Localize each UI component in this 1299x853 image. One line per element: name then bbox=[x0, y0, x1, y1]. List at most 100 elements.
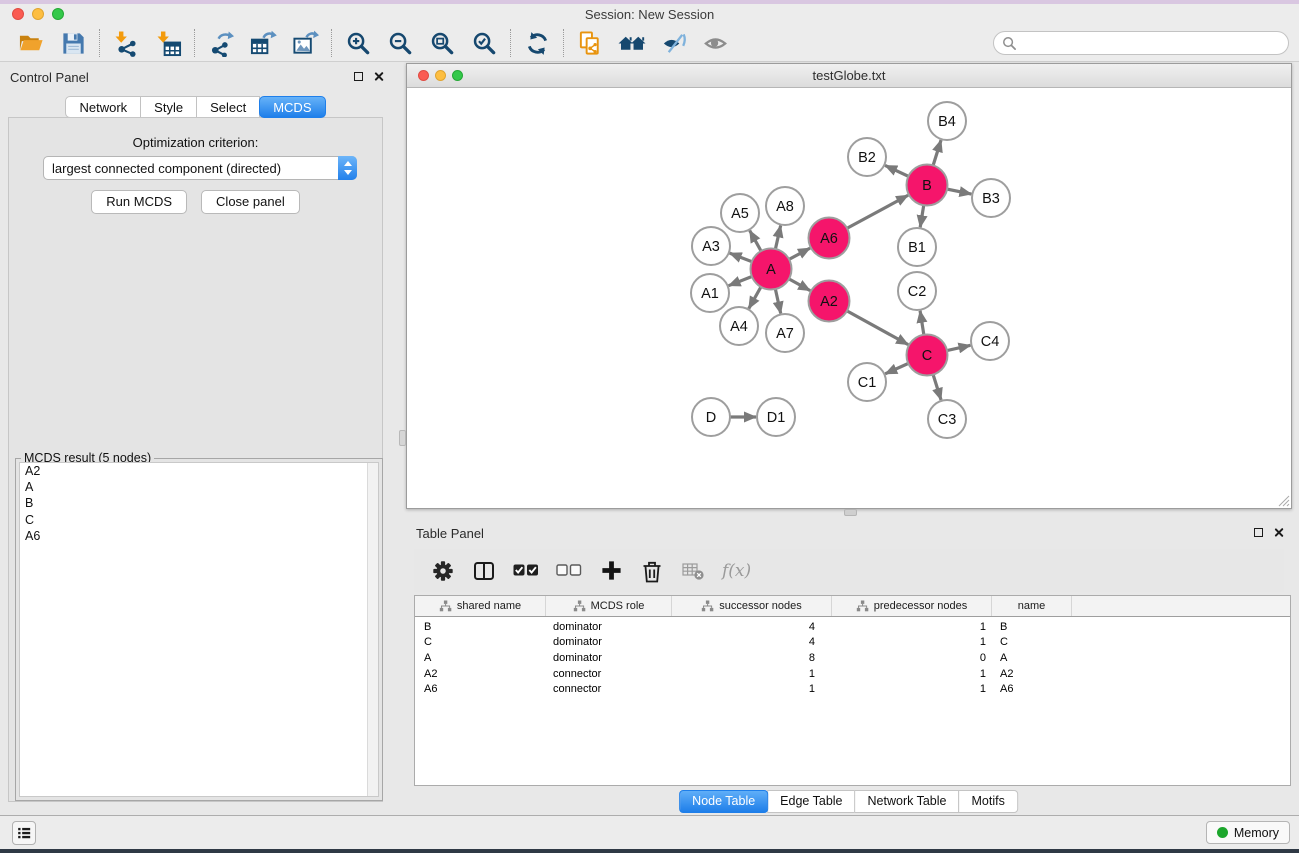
graph-node-D[interactable]: D bbox=[692, 398, 730, 436]
graph-node-D1[interactable]: D1 bbox=[757, 398, 795, 436]
delete-columns-button[interactable] bbox=[640, 558, 664, 584]
zoom-in-button[interactable] bbox=[337, 27, 379, 59]
network-window-titlebar[interactable]: testGlobe.txt bbox=[407, 64, 1291, 88]
graph-node-A1[interactable]: A1 bbox=[691, 274, 729, 312]
graph-node-A[interactable]: A bbox=[751, 249, 792, 290]
show-details-button[interactable] bbox=[695, 27, 737, 59]
table-cell[interactable]: A bbox=[415, 652, 546, 664]
save-session-button[interactable] bbox=[52, 27, 94, 59]
float-panel-icon[interactable] bbox=[354, 72, 363, 81]
run-mcds-button[interactable]: Run MCDS bbox=[91, 190, 187, 214]
tab-network-table[interactable]: Network Table bbox=[855, 790, 960, 813]
home-views-button[interactable] bbox=[611, 27, 653, 59]
result-item[interactable]: C bbox=[20, 512, 378, 528]
graph-node-A6[interactable]: A6 bbox=[809, 218, 850, 259]
select-all-columns-button[interactable] bbox=[513, 558, 539, 584]
table-cell[interactable]: 8 bbox=[672, 652, 832, 664]
table-cell[interactable]: 1 bbox=[832, 668, 992, 680]
table-cell[interactable]: B bbox=[992, 621, 1072, 633]
tab-style[interactable]: Style bbox=[140, 96, 197, 118]
graph-node-A8[interactable]: A8 bbox=[766, 187, 804, 225]
scrollbar-track[interactable] bbox=[367, 463, 378, 796]
tab-edge-table[interactable]: Edge Table bbox=[767, 790, 855, 813]
column-header-shared-name[interactable]: shared name bbox=[415, 596, 546, 616]
graph-node-C1[interactable]: C1 bbox=[848, 363, 886, 401]
table-cell[interactable]: connector bbox=[546, 683, 672, 695]
table-cell[interactable]: 1 bbox=[832, 683, 992, 695]
graph-node-B[interactable]: B bbox=[907, 165, 948, 206]
show-columns-button[interactable] bbox=[472, 558, 496, 584]
column-header-MCDS-role[interactable]: MCDS role bbox=[546, 596, 672, 616]
column-header-name[interactable]: name bbox=[992, 596, 1072, 616]
column-header-predecessor-nodes[interactable]: predecessor nodes bbox=[832, 596, 992, 616]
splitter-handle-horizontal[interactable] bbox=[844, 509, 857, 516]
search-box[interactable] bbox=[993, 31, 1289, 55]
import-network-button[interactable] bbox=[105, 27, 147, 59]
result-item[interactable]: B bbox=[20, 495, 378, 511]
graph-node-A2[interactable]: A2 bbox=[809, 281, 850, 322]
table-row[interactable]: A2connector11A2 bbox=[415, 666, 1290, 682]
tab-network[interactable]: Network bbox=[65, 96, 141, 118]
table-cell[interactable]: A2 bbox=[415, 668, 546, 680]
table-cell[interactable]: 4 bbox=[672, 621, 832, 633]
graph-node-A5[interactable]: A5 bbox=[721, 194, 759, 232]
table-row[interactable]: Bdominator41B bbox=[415, 619, 1290, 635]
table-cell[interactable]: 1 bbox=[832, 621, 992, 633]
graph-node-A7[interactable]: A7 bbox=[766, 314, 804, 352]
export-image-button[interactable] bbox=[284, 27, 326, 59]
close-panel-icon[interactable] bbox=[373, 71, 384, 82]
graph-node-C[interactable]: C bbox=[907, 335, 948, 376]
graph-node-B3[interactable]: B3 bbox=[972, 179, 1010, 217]
tab-mcds[interactable]: MCDS bbox=[259, 96, 325, 118]
result-item[interactable]: A6 bbox=[20, 528, 378, 544]
table-settings-button[interactable] bbox=[431, 558, 455, 584]
deselect-all-columns-button[interactable] bbox=[556, 558, 582, 584]
tab-select[interactable]: Select bbox=[196, 96, 260, 118]
memory-button[interactable]: Memory bbox=[1206, 821, 1290, 844]
mcds-result-list[interactable]: A2ABCA6 bbox=[19, 462, 379, 797]
network-graph[interactable]: B4B2BB3A8A5A6B1A3AA1C2A2A4A7C4CC1C3DD1 bbox=[407, 88, 1291, 508]
splitter-handle-vertical[interactable] bbox=[399, 430, 406, 446]
table-cell[interactable]: C bbox=[992, 636, 1072, 648]
graph-node-A4[interactable]: A4 bbox=[720, 307, 758, 345]
create-column-button[interactable] bbox=[599, 558, 623, 584]
node-table[interactable]: shared nameMCDS rolesuccessor nodesprede… bbox=[414, 595, 1291, 786]
float-panel-icon[interactable] bbox=[1254, 528, 1263, 537]
zoom-fit-button[interactable] bbox=[421, 27, 463, 59]
table-cell[interactable]: dominator bbox=[546, 621, 672, 633]
table-cell[interactable]: 0 bbox=[832, 652, 992, 664]
table-cell[interactable]: B bbox=[415, 621, 546, 633]
resize-grip-icon[interactable] bbox=[1277, 494, 1290, 507]
tab-node-table[interactable]: Node Table bbox=[679, 790, 768, 813]
export-network-button[interactable] bbox=[200, 27, 242, 59]
graph-node-A3[interactable]: A3 bbox=[692, 227, 730, 265]
table-cell[interactable]: 1 bbox=[832, 636, 992, 648]
table-cell[interactable]: 4 bbox=[672, 636, 832, 648]
graph-node-C2[interactable]: C2 bbox=[898, 272, 936, 310]
table-cell[interactable]: dominator bbox=[546, 636, 672, 648]
zoom-selected-button[interactable] bbox=[463, 27, 505, 59]
table-cell[interactable]: 1 bbox=[672, 668, 832, 680]
tab-motifs[interactable]: Motifs bbox=[958, 790, 1017, 813]
table-cell[interactable]: C bbox=[415, 636, 546, 648]
criterion-dropdown[interactable]: largest connected component (directed) bbox=[43, 156, 357, 180]
open-file-button[interactable] bbox=[10, 27, 52, 59]
search-input[interactable] bbox=[1022, 36, 1280, 51]
table-cell[interactable]: A6 bbox=[415, 683, 546, 695]
table-cell[interactable]: dominator bbox=[546, 652, 672, 664]
table-cell[interactable]: A6 bbox=[992, 683, 1072, 695]
export-table-button[interactable] bbox=[242, 27, 284, 59]
close-panel-button[interactable]: Close panel bbox=[201, 190, 300, 214]
result-item[interactable]: A bbox=[20, 479, 378, 495]
table-row[interactable]: A6connector11A6 bbox=[415, 681, 1290, 697]
table-cell[interactable]: connector bbox=[546, 668, 672, 680]
table-cell[interactable]: A bbox=[992, 652, 1072, 664]
hide-details-button[interactable] bbox=[653, 27, 695, 59]
table-row[interactable]: Adominator80A bbox=[415, 650, 1290, 666]
close-panel-icon[interactable] bbox=[1273, 527, 1284, 538]
result-item[interactable]: A2 bbox=[20, 463, 378, 479]
network-canvas[interactable]: B4B2BB3A8A5A6B1A3AA1C2A2A4A7C4CC1C3DD1 bbox=[407, 88, 1291, 508]
graph-node-B4[interactable]: B4 bbox=[928, 102, 966, 140]
duplicate-network-button[interactable] bbox=[569, 27, 611, 59]
table-cell[interactable]: 1 bbox=[672, 683, 832, 695]
